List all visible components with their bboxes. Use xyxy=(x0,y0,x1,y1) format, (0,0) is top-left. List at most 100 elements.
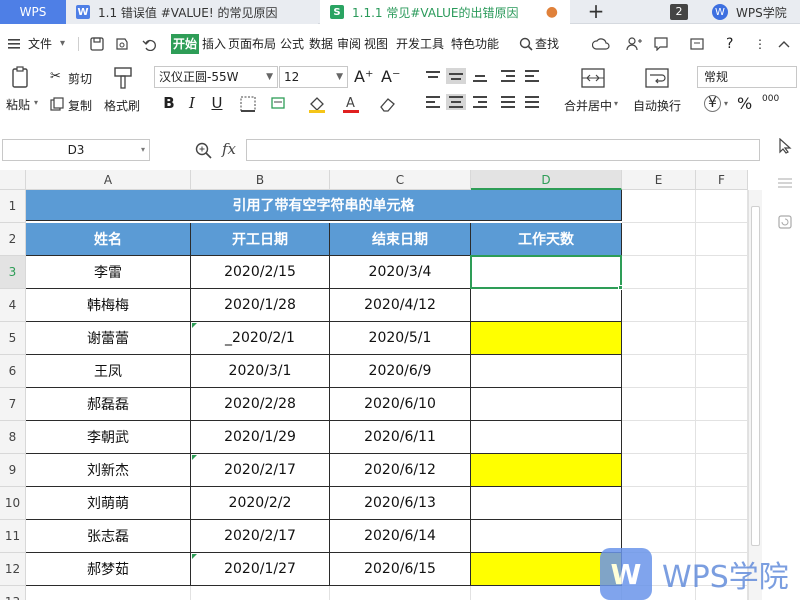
format-painter-button[interactable]: 格式刷 xyxy=(104,97,140,114)
history-icon[interactable] xyxy=(777,214,793,230)
table-cell-name[interactable]: 谢蕾蕾 xyxy=(26,322,191,355)
empty-cell[interactable] xyxy=(622,256,696,289)
table-cell-end[interactable]: 2020/6/9 xyxy=(330,355,471,388)
tab-formulas[interactable]: 公式 xyxy=(280,34,304,54)
save-icon[interactable] xyxy=(90,37,104,51)
justify-button[interactable] xyxy=(498,94,518,110)
table-cell-start[interactable]: _2020/2/1 xyxy=(191,322,330,355)
empty-cell[interactable] xyxy=(696,454,748,487)
empty-cell[interactable] xyxy=(622,454,696,487)
merge-center-icon[interactable] xyxy=(580,66,606,90)
table-cell-end[interactable]: 2020/6/15 xyxy=(330,553,471,586)
table-title-cell[interactable]: 引用了带有空字符串的单元格 xyxy=(26,190,622,221)
name-box[interactable]: D3 ▾ xyxy=(2,139,150,161)
column-title-cell[interactable]: 开工日期 xyxy=(191,223,330,256)
row-header-6[interactable]: 6 xyxy=(0,355,26,388)
empty-cell[interactable] xyxy=(696,322,748,355)
row-header-13[interactable]: 13 xyxy=(0,586,26,600)
table-cell-name[interactable]: 王凤 xyxy=(26,355,191,388)
scissors-icon[interactable]: ✂ xyxy=(50,69,61,84)
file-menu-chevron-down-icon[interactable]: ▾ xyxy=(60,34,65,54)
comment-icon[interactable] xyxy=(654,37,668,51)
table-cell-start[interactable]: 2020/2/28 xyxy=(191,388,330,421)
empty-cell[interactable] xyxy=(696,421,748,454)
window-count-badge[interactable]: 2 xyxy=(670,4,688,20)
empty-cell[interactable] xyxy=(696,223,748,256)
tab-insert[interactable]: 插入 xyxy=(202,34,226,54)
align-center-button[interactable] xyxy=(446,94,466,110)
wrap-text-icon[interactable] xyxy=(644,66,670,90)
cut-button[interactable]: 剪切 xyxy=(68,70,92,87)
decrease-indent-button[interactable] xyxy=(498,68,518,84)
row-header-3[interactable]: 3 xyxy=(0,256,26,289)
table-cell-days[interactable] xyxy=(471,256,622,289)
tab-document-1[interactable]: W 1.1 错误值 #VALUE! 的常见原因 xyxy=(66,0,318,24)
tab-data[interactable]: 数据 xyxy=(309,34,333,54)
row-header-5[interactable]: 5 xyxy=(0,322,26,355)
column-header-c[interactable]: C xyxy=(330,170,471,190)
table-cell-days[interactable] xyxy=(471,388,622,421)
table-cell-start[interactable]: 2020/2/17 xyxy=(191,520,330,553)
column-header-b[interactable]: B xyxy=(191,170,330,190)
tab-wps-home[interactable]: WPS xyxy=(0,0,66,24)
cursor-select-icon[interactable] xyxy=(778,138,792,154)
file-menu[interactable]: 文件 xyxy=(28,34,52,54)
shrink-font-button[interactable]: A⁻ xyxy=(381,67,400,86)
table-cell-days[interactable] xyxy=(471,487,622,520)
table-cell-end[interactable]: 2020/6/12 xyxy=(330,454,471,487)
format-painter-icon[interactable] xyxy=(110,66,136,90)
table-cell-end[interactable]: 2020/6/14 xyxy=(330,520,471,553)
formula-input[interactable] xyxy=(246,139,760,161)
column-title-cell[interactable]: 姓名 xyxy=(26,223,191,256)
row-header-1[interactable]: 1 xyxy=(0,190,26,223)
table-cell-start[interactable]: 2020/2/17 xyxy=(191,454,330,487)
table-cell-days[interactable] xyxy=(471,289,622,322)
search-button[interactable]: 查找 xyxy=(535,34,559,54)
name-box-chevron-down-icon[interactable]: ▾ xyxy=(141,140,145,160)
merge-center-chevron-down-icon[interactable]: ▾ xyxy=(614,99,618,108)
merge-center-button[interactable]: 合并居中 xyxy=(564,97,612,114)
collapse-ribbon-chevron-up-icon[interactable] xyxy=(778,39,790,49)
empty-cell[interactable] xyxy=(622,322,696,355)
row-header-4[interactable]: 4 xyxy=(0,289,26,322)
empty-cell[interactable] xyxy=(622,289,696,322)
tab-review[interactable]: 审阅 xyxy=(337,34,361,54)
print-preview-icon[interactable] xyxy=(114,37,130,51)
table-cell-days[interactable] xyxy=(471,421,622,454)
align-middle-button[interactable] xyxy=(446,68,466,84)
border-icon[interactable] xyxy=(240,96,256,112)
tab-document-2[interactable]: S 1.1.1 常见#VALUE的出错原因 ● xyxy=(320,0,570,24)
number-format-select[interactable]: 常规 xyxy=(697,66,797,88)
vertical-scrollbar[interactable] xyxy=(748,190,762,600)
empty-cell[interactable] xyxy=(330,586,471,600)
vertical-scrollbar-thumb[interactable] xyxy=(751,206,760,546)
currency-chevron-down-icon[interactable]: ▾ xyxy=(724,99,728,108)
row-header-8[interactable]: 8 xyxy=(0,421,26,454)
empty-cell[interactable] xyxy=(696,256,748,289)
row-header-2[interactable]: 2 xyxy=(0,223,26,256)
percent-format-button[interactable]: % xyxy=(737,94,752,113)
copy-icon[interactable] xyxy=(50,97,64,111)
tab-view[interactable]: 视图 xyxy=(364,34,388,54)
search-icon[interactable] xyxy=(519,37,533,51)
table-cell-end[interactable]: 2020/6/13 xyxy=(330,487,471,520)
table-cell-end[interactable]: 2020/3/4 xyxy=(330,256,471,289)
column-title-cell[interactable]: 结束日期 xyxy=(330,223,471,256)
column-title-cell[interactable]: 工作天数 xyxy=(471,223,622,256)
help-icon[interactable]: ? xyxy=(726,34,733,54)
empty-cell[interactable] xyxy=(26,586,191,600)
hamburger-icon[interactable] xyxy=(8,39,20,49)
table-cell-start[interactable]: 2020/3/1 xyxy=(191,355,330,388)
table-cell-days[interactable] xyxy=(471,355,622,388)
tab-developer[interactable]: 开发工具 xyxy=(396,34,444,54)
insert-function-button[interactable]: fx xyxy=(222,140,236,158)
column-header-a[interactable]: A xyxy=(26,170,191,190)
empty-cell[interactable] xyxy=(622,388,696,421)
table-cell-start[interactable]: 2020/1/28 xyxy=(191,289,330,322)
table-cell-end[interactable]: 2020/6/11 xyxy=(330,421,471,454)
empty-cell[interactable] xyxy=(696,355,748,388)
font-name-select[interactable]: 汉仪正圆-55W ▼ xyxy=(154,66,278,88)
table-cell-name[interactable]: 刘萌萌 xyxy=(26,487,191,520)
table-cell-name[interactable]: 张志磊 xyxy=(26,520,191,553)
column-header-d[interactable]: D xyxy=(471,170,622,190)
